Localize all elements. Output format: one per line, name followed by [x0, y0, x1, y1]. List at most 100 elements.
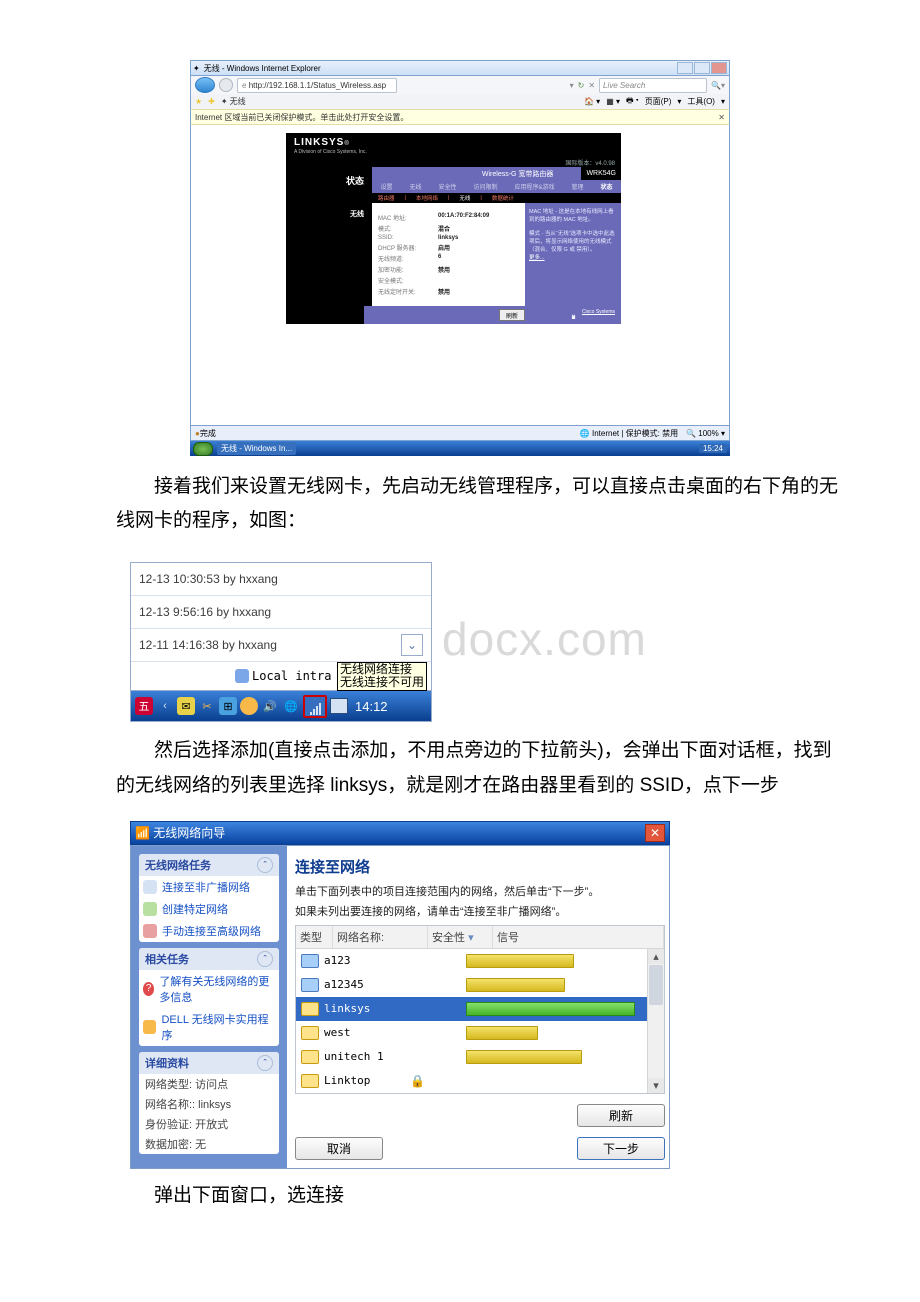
subtab-router[interactable]: 路由器 — [378, 194, 395, 202]
network-icon[interactable]: ⊞ — [219, 697, 237, 715]
network-row[interactable]: unitech 1 — [296, 1045, 648, 1069]
help-icon: ? — [143, 982, 154, 996]
help-more-link[interactable]: 更多... — [529, 255, 545, 261]
ie-viewport: LINKSYS® A Division of Cisco Systems, In… — [190, 125, 730, 425]
subtab-stats[interactable]: 数据统计 — [492, 194, 514, 202]
list-item: 12-13 10:30:53 by hxxang — [131, 563, 431, 596]
subtab-lan[interactable]: 本地网络 — [416, 194, 438, 202]
close-button[interactable]: ✕ — [645, 824, 665, 842]
wifi-tray-icon[interactable] — [303, 695, 327, 718]
sidebar-link[interactable]: ?了解有关无线网络的更多信息 — [139, 970, 279, 1008]
scroll-thumb[interactable] — [649, 965, 663, 1005]
scissors-icon[interactable]: ✂ — [198, 697, 216, 715]
cisco-logo: Cisco Systems — [582, 309, 615, 315]
zone-text: Internet | 保护模式: 禁用 — [592, 429, 678, 438]
back-button[interactable] — [195, 77, 215, 93]
minimize-button[interactable] — [677, 62, 693, 74]
ie-screenshot: ✦ 无线 - Windows Internet Explorer e http:… — [190, 60, 730, 456]
chevron-up-icon[interactable]: ˆ — [257, 857, 273, 873]
tray-clock: 14:12 — [355, 699, 388, 714]
print-icon[interactable]: 🖶 ▾ — [626, 95, 639, 109]
ap-icon — [301, 1050, 319, 1064]
scrollbar[interactable]: ▴ ▾ — [647, 949, 664, 1093]
network-row[interactable]: a12345 — [296, 973, 648, 997]
maximize-button[interactable] — [694, 62, 710, 74]
taskbar-item[interactable]: 无线 - Windows In... — [217, 442, 296, 455]
scroll-down-icon[interactable]: ▾ — [648, 1078, 664, 1093]
ap-icon — [301, 978, 319, 992]
shield-icon[interactable] — [240, 697, 258, 715]
ie-favicon: ✦ — [193, 64, 200, 73]
tray-local-row: Local intra 无线网络连接无线连接不可用 — [131, 662, 431, 691]
detail-row: 数据加密: 无 — [139, 1134, 279, 1154]
system-tray: 五 ‹ ✉ ✂ ⊞ 🔊 🌐 14:12 — [131, 691, 431, 721]
expand-button[interactable]: ⌄ — [401, 634, 423, 656]
network-row[interactable]: Linktop 🔒 — [296, 1069, 648, 1093]
taskbar-clock: 15:24 — [699, 444, 727, 453]
wizard-sidebar: 无线网络任务ˆ 连接至非广播网络 创建特定网络 手动连接至高级网络 相关任务ˆ … — [131, 846, 287, 1168]
linksys-logo: LINKSYS — [294, 137, 344, 148]
tools-menu[interactable]: 工具(O) — [687, 96, 715, 107]
volume-icon[interactable]: 🔊 — [261, 697, 279, 715]
ie-info-bar[interactable]: Internet 区域当前已关闭保护模式。单击此处打开安全设置。 ✕ — [190, 109, 730, 125]
chevron-up-icon[interactable]: ˆ — [257, 951, 273, 967]
close-button[interactable] — [711, 62, 727, 74]
linksys-logo-sub: A Division of Cisco Systems, Inc. — [294, 149, 367, 155]
subtab-wireless[interactable]: 无线 — [459, 194, 470, 202]
linksys-page: LINKSYS® A Division of Cisco Systems, In… — [286, 133, 621, 324]
refresh-button[interactable]: 刷新 — [499, 309, 525, 321]
linksys-side-label: 无线 — [286, 203, 372, 306]
sidebar-link[interactable]: 手动连接至高级网络 — [139, 920, 279, 942]
feed-icon[interactable]: ▦ ▾ — [606, 97, 620, 106]
sidebar-link[interactable]: DELL 无线网卡实用程序 — [139, 1008, 279, 1046]
adhoc-icon — [143, 902, 157, 916]
linksys-help-panel: MAC 地址 - 这是在本地有线网上看到的路由器的 MAC 地址。 模式 - 当… — [525, 203, 621, 306]
browser-tab[interactable]: ✦ 无线 — [221, 96, 246, 107]
sidebar-link[interactable]: 创建特定网络 — [139, 898, 279, 920]
monitor-icon[interactable] — [330, 698, 348, 714]
network-row[interactable]: west — [296, 1021, 648, 1045]
paragraph-1: 接着我们来设置无线网卡，先启动无线管理程序，可以直接点击桌面的右下角的无线网卡的… — [0, 466, 920, 548]
infobar-close-icon[interactable]: ✕ — [718, 113, 725, 122]
ie-status-bar: ● 完成 🌐 Internet | 保护模式: 禁用 🔍 100% ▾ — [190, 425, 730, 441]
wizard-title-icon: 📶 — [135, 826, 150, 840]
monitor-icon — [235, 669, 249, 683]
wizard-title: 无线网络向导 — [153, 824, 225, 841]
tab-access[interactable]: 访问限制 — [473, 182, 497, 191]
list-item: 12-13 9:56:16 by hxxang — [131, 596, 431, 629]
start-button[interactable] — [193, 442, 213, 456]
tab-wireless[interactable]: 无线 — [409, 182, 421, 191]
mail-icon[interactable]: ✉ — [177, 697, 195, 715]
tab-admin[interactable]: 管理 — [571, 182, 583, 191]
tab-apps[interactable]: 应用程序&游戏 — [514, 182, 554, 191]
page-menu[interactable]: 页面(P) — [645, 96, 672, 107]
network-list: 类型 网络名称: 安全性 ▾ 信号 a123 — [295, 925, 665, 1094]
scroll-up-icon[interactable]: ▴ — [648, 949, 664, 964]
linksys-section-title: 状态 — [286, 167, 372, 203]
sidebar-link[interactable]: 连接至非广播网络 — [139, 876, 279, 898]
home-icon[interactable]: 🏠 ▾ — [584, 97, 600, 106]
tray-expand-icon[interactable]: ‹ — [156, 697, 174, 715]
tab-status[interactable]: 状态 — [600, 182, 612, 191]
tab-security[interactable]: 安全性 — [438, 182, 456, 191]
tray-icon[interactable]: 五 — [135, 697, 153, 715]
search-input[interactable]: Live Search — [599, 78, 707, 93]
windows-taskbar: 无线 - Windows In... 15:24 — [190, 441, 730, 456]
ie-address-bar: e http://192.168.1.1/Status_Wireless.asp… — [190, 76, 730, 94]
linksys-status-main: MAC 地址:00:1A:70:F2:84:09 模式:混合 SSID:link… — [372, 203, 525, 306]
network-row-selected[interactable]: linksys — [296, 997, 648, 1021]
chevron-up-icon[interactable]: ˆ — [257, 1055, 273, 1071]
wifi-wizard: 📶 无线网络向导 ✕ 无线网络任务ˆ 连接至非广播网络 创建特定网络 手动连接至… — [130, 821, 670, 1169]
section-title-details: 详细资料 — [145, 1055, 189, 1071]
next-button[interactable]: 下一步 — [577, 1137, 665, 1160]
gear-icon — [143, 924, 157, 938]
update-icon[interactable]: 🌐 — [282, 697, 300, 715]
refresh-button[interactable]: 刷新 — [577, 1104, 665, 1127]
tab-setup[interactable]: 设置 — [380, 182, 392, 191]
url-input[interactable]: e http://192.168.1.1/Status_Wireless.asp — [237, 78, 397, 93]
cancel-button[interactable]: 取消 — [295, 1137, 383, 1160]
linksys-main-tabs: 设置 无线 安全性 访问限制 应用程序&游戏 管理 状态 — [372, 180, 621, 193]
forward-button[interactable] — [219, 78, 233, 92]
network-row[interactable]: a123 — [296, 949, 648, 973]
wizard-heading: 连接至网络 — [295, 856, 669, 877]
